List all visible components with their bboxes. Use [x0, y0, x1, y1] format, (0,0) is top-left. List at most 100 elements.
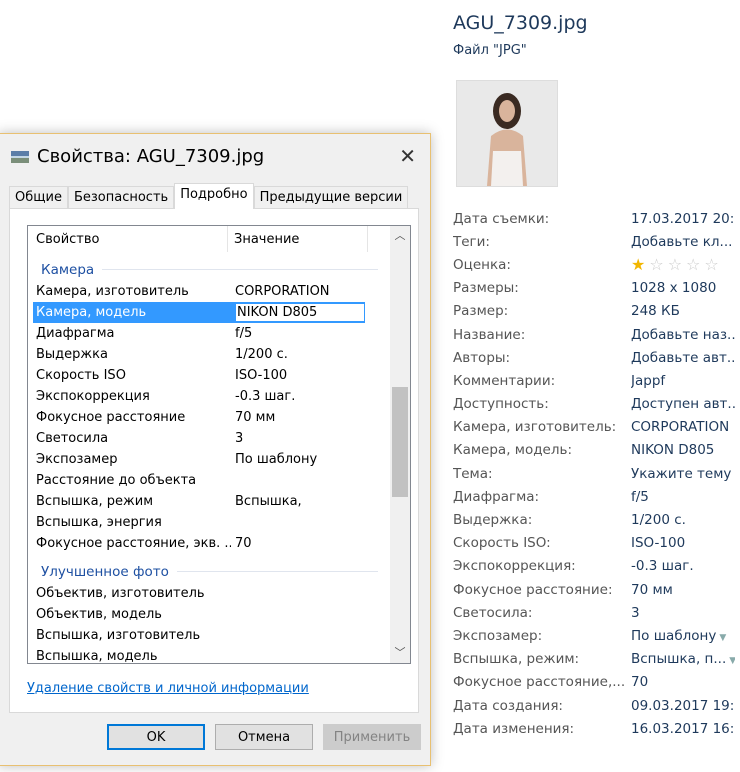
property-label: Оценка:	[453, 256, 511, 273]
property-label: Тема:	[453, 465, 493, 482]
property-value[interactable]: Укажите тему	[631, 466, 735, 482]
property-value[interactable]: 09.03.2017 19:...	[631, 698, 735, 714]
divider	[102, 269, 378, 270]
property-label: Фокусное расстояние,...	[453, 674, 626, 691]
image-thumbnail	[456, 80, 558, 187]
property-label: Авторы:	[453, 349, 511, 366]
cancel-button[interactable]: Отмена	[215, 724, 313, 750]
list-row[interactable]: Фокусное расстояние 70 мм	[33, 407, 365, 428]
property-label: Фокусное расстояние:	[453, 581, 613, 598]
property-row: Экспозамер: По шаблону ▼	[453, 624, 740, 647]
property-value[interactable]: 70 мм	[231, 410, 365, 425]
property-row: Оценка: ★ ☆ ☆ ☆ ☆	[453, 253, 740, 276]
property-value[interactable]: Вспышка,	[231, 494, 365, 509]
details-pane: AGU_7309.jpg Файл "JPG" Дата съемки: 17.0…	[440, 0, 740, 772]
star-icon[interactable]: ★	[631, 255, 645, 274]
property-value[interactable]: CORPORATION	[231, 284, 365, 299]
vertical-scrollbar[interactable]: ︿ ﹀	[390, 226, 410, 663]
property-value[interactable]: Добавьте авт...	[631, 350, 735, 366]
list-row[interactable]: Фокусное расстояние, экв. ... 70	[33, 533, 365, 554]
property-value[interactable]: 17.03.2017 20:...	[631, 211, 735, 227]
tab-general[interactable]: Общие	[9, 186, 68, 209]
property-label: Размер:	[453, 303, 509, 320]
list-row[interactable]: Вспышка, модель	[33, 646, 365, 663]
property-value[interactable]: -0.3 шаг.	[231, 389, 365, 404]
property-label: Скорость ISO:	[453, 535, 551, 552]
property-label: Выдержка:	[453, 512, 533, 529]
property-value[interactable]: 3	[231, 431, 365, 446]
property-value[interactable]: 1/200 с.	[631, 512, 735, 528]
property-name: Светосила	[36, 431, 109, 446]
list-row[interactable]: Вспышка, энергия	[33, 512, 365, 533]
list-row[interactable]: Диафрагма f/5	[33, 323, 365, 344]
property-value[interactable]: 1/200 с.	[231, 347, 365, 362]
chevron-down-icon[interactable]: ▼	[719, 633, 726, 643]
property-value[interactable]: 70 мм	[631, 582, 735, 598]
scroll-down-icon[interactable]: ﹀	[390, 643, 410, 663]
list-row[interactable]: Объектив, модель	[33, 604, 365, 625]
apply-button[interactable]: Применить	[323, 724, 421, 750]
property-value[interactable]: ISO-100	[231, 368, 365, 383]
tab-security[interactable]: Безопасность	[67, 186, 175, 209]
list-row[interactable]: Расстояние до объекта	[33, 470, 365, 491]
property-value[interactable]: 3	[631, 605, 735, 621]
ok-button[interactable]: OK	[107, 724, 205, 750]
property-label: Дата изменения:	[453, 720, 575, 737]
property-value[interactable]: Jappf	[631, 373, 735, 389]
list-row[interactable]: Вспышка, режим Вспышка,	[33, 491, 365, 512]
remove-properties-link[interactable]: Удаление свойств и личной информации	[27, 681, 309, 696]
property-name: Скорость ISO	[36, 368, 126, 383]
property-value[interactable]: CORPORATION	[631, 419, 735, 435]
chevron-down-icon[interactable]: ▼	[729, 656, 735, 666]
list-row[interactable]: Скорость ISO ISO-100	[33, 365, 365, 386]
scroll-up-icon[interactable]: ︿	[390, 226, 410, 246]
property-value[interactable]: 16.03.2017 16:...	[631, 721, 735, 737]
property-value[interactable]: -0.3 шаг.	[631, 558, 735, 574]
column-header-value[interactable]: Значение	[228, 226, 368, 252]
list-row[interactable]: Камера, модель	[33, 302, 365, 323]
property-value[interactable]: ISO-100	[631, 535, 735, 551]
list-row[interactable]: Камера, изготовитель CORPORATION	[33, 281, 365, 302]
property-value[interactable]: 1028 x 1080	[631, 280, 735, 296]
property-value[interactable]: Добавьте наз...	[631, 327, 735, 343]
property-value[interactable]: По шаблону ▼	[631, 628, 735, 644]
tab-previous-versions[interactable]: Предыдущие версии	[253, 186, 409, 209]
list-row[interactable]: Выдержка 1/200 с.	[33, 344, 365, 365]
property-label: Светосила:	[453, 604, 533, 621]
list-row[interactable]: Светосила 3	[33, 428, 365, 449]
scrollbar-thumb[interactable]	[392, 387, 408, 497]
star-icon[interactable]: ☆	[668, 255, 682, 274]
property-name: Камера, изготовитель	[36, 284, 189, 299]
list-row[interactable]: Объектив, изготовитель	[33, 583, 365, 604]
property-row: Вспышка, режим: Вспышка, п... ▼	[453, 648, 740, 671]
list-row[interactable]: Экспозамер По шаблону	[33, 449, 365, 470]
property-value[interactable]: 248 КБ	[631, 303, 735, 319]
property-value[interactable]: 70	[231, 536, 365, 551]
property-value[interactable]: Добавьте кл...	[631, 234, 735, 250]
property-value[interactable]: 70	[631, 674, 735, 690]
file-type: Файл "JPG"	[453, 43, 527, 58]
dialog-title-bar[interactable]: Свойства: AGU_7309.jpg	[11, 146, 264, 167]
image-file-icon	[11, 150, 29, 163]
list-row[interactable]: Вспышка, изготовитель	[33, 625, 365, 646]
property-label: Дата создания:	[453, 697, 563, 714]
star-icon[interactable]: ☆	[704, 255, 718, 274]
column-header-property[interactable]: Свойство	[28, 226, 228, 252]
property-value[interactable]: NIKON D805	[631, 442, 735, 458]
property-name: Фокусное расстояние	[36, 410, 186, 425]
group-header-advanced-photo: Улучшенное фото	[28, 560, 410, 583]
star-icon[interactable]: ☆	[686, 255, 700, 274]
property-value[interactable]: Доступен авт...	[631, 396, 735, 412]
property-value[interactable]: f/5	[631, 489, 735, 505]
close-button[interactable]: ✕	[399, 144, 416, 168]
star-icon[interactable]: ☆	[649, 255, 663, 274]
tab-details[interactable]: Подробно	[174, 183, 254, 209]
property-row: Доступность: Доступен авт...	[453, 393, 740, 416]
property-value[interactable]: f/5	[231, 326, 365, 341]
list-row[interactable]: Экспокоррекция -0.3 шаг.	[33, 386, 365, 407]
property-value[interactable]: Вспышка, п... ▼	[631, 651, 735, 667]
rating-stars[interactable]: ★ ☆ ☆ ☆ ☆	[631, 255, 735, 274]
property-value[interactable]: По шаблону	[231, 452, 365, 467]
camera-model-input[interactable]	[235, 303, 365, 322]
properties-dialog: Свойства: AGU_7309.jpg ✕ Общие Безопасно…	[0, 133, 431, 766]
